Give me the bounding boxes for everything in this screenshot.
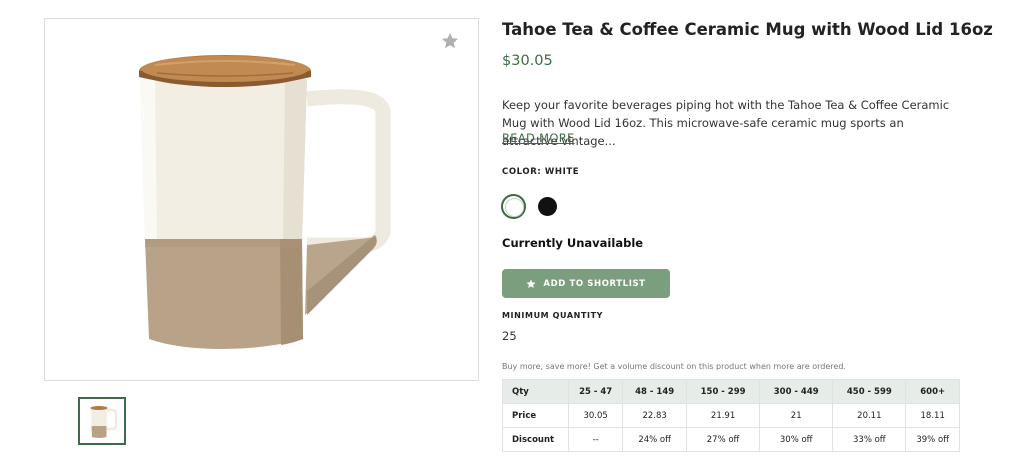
- color-swatch-white[interactable]: [501, 194, 526, 219]
- mug-thumbnail-image: [90, 406, 118, 438]
- minimum-quantity-label: MINIMUM QUANTITY: [502, 311, 604, 320]
- table-cell: 21: [759, 403, 834, 428]
- table-cell: --: [567, 427, 624, 452]
- table-cell: 18.11: [905, 403, 960, 428]
- read-more-link[interactable]: READ MORE: [502, 131, 575, 145]
- mug-image: [139, 55, 391, 349]
- volume-discount-note: Buy more, save more! Get a volume discou…: [502, 362, 846, 371]
- table-row-price: Price 30.05 22.83 21.91 21 20.11 18.11: [502, 403, 960, 428]
- table-header-cell: 600+: [905, 379, 960, 404]
- product-main-image: [44, 18, 479, 381]
- table-header-cell: 150 - 299: [686, 379, 761, 404]
- product-title: Tahoe Tea & Coffee Ceramic Mug with Wood…: [502, 20, 993, 39]
- table-header-qty: Qty: [502, 379, 569, 404]
- favorite-star-icon[interactable]: [440, 31, 460, 51]
- table-header-cell: 450 - 599: [832, 379, 907, 404]
- table-cell: 30.05: [567, 403, 624, 428]
- table-cell: 24% off: [622, 427, 688, 452]
- table-row-discount: Discount -- 24% off 27% off 30% off 33% …: [502, 427, 960, 452]
- table-cell: 27% off: [686, 427, 761, 452]
- shortlist-button-label: ADD TO SHORTLIST: [543, 278, 646, 289]
- table-cell: 20.11: [832, 403, 907, 428]
- availability-status: Currently Unavailable: [502, 236, 644, 250]
- table-row-label: Discount: [502, 427, 569, 452]
- color-label: COLOR: WHITE: [502, 167, 580, 177]
- table-cell: 22.83: [622, 403, 688, 428]
- table-header-cell: 300 - 449: [759, 379, 834, 404]
- star-icon: [526, 279, 536, 288]
- minimum-quantity-value: 25: [502, 329, 517, 343]
- thumbnail-mug[interactable]: [78, 397, 126, 445]
- add-to-shortlist-button[interactable]: ADD TO SHORTLIST: [502, 269, 670, 298]
- table-header-cell: 25 - 47: [567, 379, 624, 404]
- table-cell: 39% off: [905, 427, 960, 452]
- table-row-label: Price: [502, 403, 569, 428]
- table-cell: 30% off: [759, 427, 834, 452]
- table-cell: 33% off: [832, 427, 907, 452]
- table-header-cell: 48 - 149: [622, 379, 688, 404]
- product-price: $30.05: [502, 53, 553, 69]
- volume-pricing-table: Qty 25 - 47 48 - 149 150 - 299 300 - 449…: [502, 379, 960, 452]
- table-cell: 21.91: [686, 403, 761, 428]
- color-swatch-black[interactable]: [538, 197, 557, 216]
- table-header-row: Qty 25 - 47 48 - 149 150 - 299 300 - 449…: [502, 379, 960, 404]
